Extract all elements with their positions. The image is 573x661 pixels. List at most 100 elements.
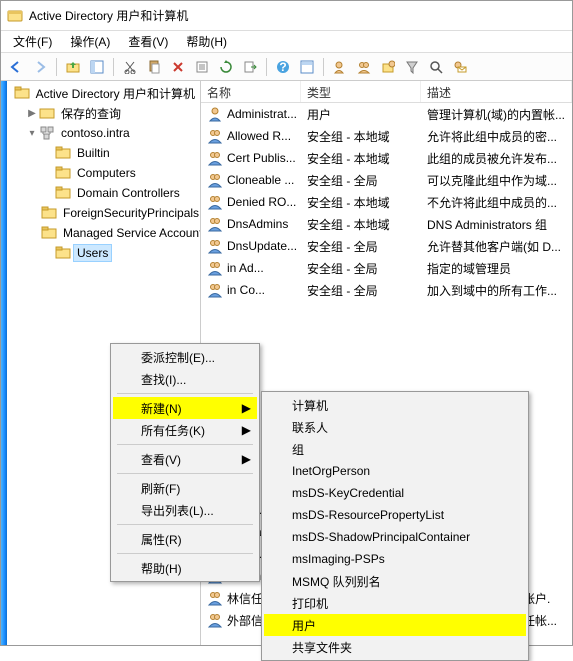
options-button[interactable]: [296, 56, 318, 78]
group-icon: [207, 590, 223, 606]
tree-node-foreignsecurityprincipals[interactable]: ForeignSecurityPrincipals: [7, 203, 200, 223]
new-submenu-item[interactable]: 组: [264, 438, 526, 460]
new-submenu-item[interactable]: 共享文件夹: [264, 636, 526, 658]
list-row[interactable]: [201, 301, 572, 323]
tree-root[interactable]: Active Directory 用户和计算机: [7, 83, 200, 103]
menu-action[interactable]: 操作(A): [62, 31, 118, 52]
new-submenu-item[interactable]: msDS-KeyCredential: [264, 482, 526, 504]
ctx-refresh[interactable]: 刷新(F): [113, 477, 257, 499]
list-name: DnsAdmins: [227, 217, 288, 231]
new-submenu-item[interactable]: InetOrgPerson: [264, 460, 526, 482]
list-row[interactable]: [201, 323, 572, 345]
copy-button[interactable]: [143, 56, 165, 78]
toolbar-separator: [56, 58, 57, 76]
list-row[interactable]: Denied RO...安全组 - 本地域不允许将此组中成员的...: [201, 191, 572, 213]
ctx-find[interactable]: 查找(I)...: [113, 368, 257, 390]
mail-button[interactable]: [449, 56, 471, 78]
menu-file[interactable]: 文件(F): [5, 31, 60, 52]
tree-saved-queries[interactable]: ▶ 保存的查询: [7, 103, 200, 123]
chevron-right-icon: ▶: [242, 423, 251, 437]
list-desc: 此组的成员被允许发布...: [421, 150, 572, 167]
refresh-button[interactable]: [215, 56, 237, 78]
new-submenu-item[interactable]: 计算机: [264, 394, 526, 416]
ctx-properties[interactable]: 属性(R): [113, 528, 257, 550]
list-row[interactable]: DnsAdmins安全组 - 本地域DNS Administrators 组: [201, 213, 572, 235]
properties-button[interactable]: [191, 56, 213, 78]
list-row[interactable]: in Co...安全组 - 全局加入到域中的所有工作...: [201, 279, 572, 301]
list-row[interactable]: Allowed R...安全组 - 本地域允许将此组中成员的密...: [201, 125, 572, 147]
column-desc[interactable]: 描述: [421, 81, 572, 102]
folder-icon: [41, 225, 57, 241]
list-type: 安全组 - 全局: [301, 282, 421, 299]
toolbar: ?: [1, 53, 572, 81]
add-user-button[interactable]: [329, 56, 351, 78]
forward-button[interactable]: [29, 56, 51, 78]
list-type: 用户: [301, 106, 421, 123]
list-desc: 管理计算机(域)的内置帐...: [421, 106, 572, 123]
new-submenu-item[interactable]: msImaging-PSPs: [264, 548, 526, 570]
find-button[interactable]: [425, 56, 447, 78]
context-menu: 委派控制(E)... 查找(I)... 新建(N)▶ 所有任务(K)▶ 查看(V…: [110, 343, 260, 582]
list-row[interactable]: in Ad...安全组 - 全局指定的域管理员: [201, 257, 572, 279]
list-row[interactable]: Administrat... 用户管理计算机(域)的内置帐...: [201, 103, 572, 125]
list-name: in Ad...: [227, 261, 264, 275]
column-name[interactable]: 名称: [201, 81, 301, 102]
tree-node-managed-service-accounts[interactable]: Managed Service Accounts: [7, 223, 200, 243]
add-ou-button[interactable]: [377, 56, 399, 78]
ctx-delegate[interactable]: 委派控制(E)...: [113, 346, 257, 368]
back-button[interactable]: [5, 56, 27, 78]
ctx-new[interactable]: 新建(N)▶: [113, 397, 257, 419]
mmc-icon: [14, 85, 30, 101]
list-row[interactable]: DnsUpdate...安全组 - 全局允许替其他客户端(如 D...: [201, 235, 572, 257]
delete-button[interactable]: [167, 56, 189, 78]
show-hide-tree-button[interactable]: [86, 56, 108, 78]
menu-view[interactable]: 查看(V): [120, 31, 176, 52]
new-submenu-item[interactable]: msDS-ResourcePropertyList: [264, 504, 526, 526]
ctx-all-tasks[interactable]: 所有任务(K)▶: [113, 419, 257, 441]
list-row[interactable]: Cert Publis...安全组 - 本地域此组的成员被允许发布...: [201, 147, 572, 169]
list-row[interactable]: Cloneable ...安全组 - 全局可以克隆此组中作为域...: [201, 169, 572, 191]
list-name: Cert Publis...: [227, 151, 296, 165]
group-icon: [207, 282, 223, 298]
tree-node-builtin[interactable]: Builtin: [7, 143, 200, 163]
folder-icon: [55, 165, 71, 181]
add-group-button[interactable]: [353, 56, 375, 78]
filter-button[interactable]: [401, 56, 423, 78]
list-type: 安全组 - 本地域: [301, 128, 421, 145]
ctx-view[interactable]: 查看(V)▶: [113, 448, 257, 470]
help-topics-button[interactable]: ?: [272, 56, 294, 78]
tree-node-computers[interactable]: Computers: [7, 163, 200, 183]
new-submenu-item[interactable]: 用户: [264, 614, 526, 636]
ctx-export[interactable]: 导出列表(L)...: [113, 499, 257, 521]
new-submenu-item[interactable]: 联系人: [264, 416, 526, 438]
group-icon: [207, 216, 223, 232]
list-type: 安全组 - 全局: [301, 238, 421, 255]
column-type[interactable]: 类型: [301, 81, 421, 102]
new-submenu-item[interactable]: 打印机: [264, 592, 526, 614]
tree-node-label: Managed Service Accounts: [60, 225, 201, 241]
svg-text:?: ?: [279, 60, 286, 74]
ctx-separator: [117, 553, 253, 554]
tree-node-domain-controllers[interactable]: Domain Controllers: [7, 183, 200, 203]
menu-help[interactable]: 帮助(H): [178, 31, 235, 52]
domain-icon: [39, 125, 55, 141]
toolbar-separator: [113, 58, 114, 76]
expand-icon[interactable]: ▶: [25, 108, 39, 119]
tree-node-users[interactable]: Users: [7, 243, 200, 263]
cut-button[interactable]: [119, 56, 141, 78]
new-submenu-item[interactable]: msDS-ShadowPrincipalContainer: [264, 526, 526, 548]
new-submenu-item[interactable]: MSMQ 队列别名: [264, 570, 526, 592]
ctx-separator: [117, 393, 253, 394]
collapse-icon[interactable]: ▾: [25, 128, 39, 139]
group-icon: [207, 238, 223, 254]
tree-domain[interactable]: ▾ contoso.intra: [7, 123, 200, 143]
list-type: 安全组 - 本地域: [301, 216, 421, 233]
up-button[interactable]: [62, 56, 84, 78]
list-name: Administrat...: [227, 107, 297, 121]
ctx-help[interactable]: 帮助(H): [113, 557, 257, 579]
chevron-right-icon: ▶: [242, 401, 251, 415]
user-icon: [207, 106, 223, 122]
export-button[interactable]: [239, 56, 261, 78]
tree-node-label: Domain Controllers: [74, 185, 183, 201]
list-desc: 允许将此组中成员的密...: [421, 128, 572, 145]
